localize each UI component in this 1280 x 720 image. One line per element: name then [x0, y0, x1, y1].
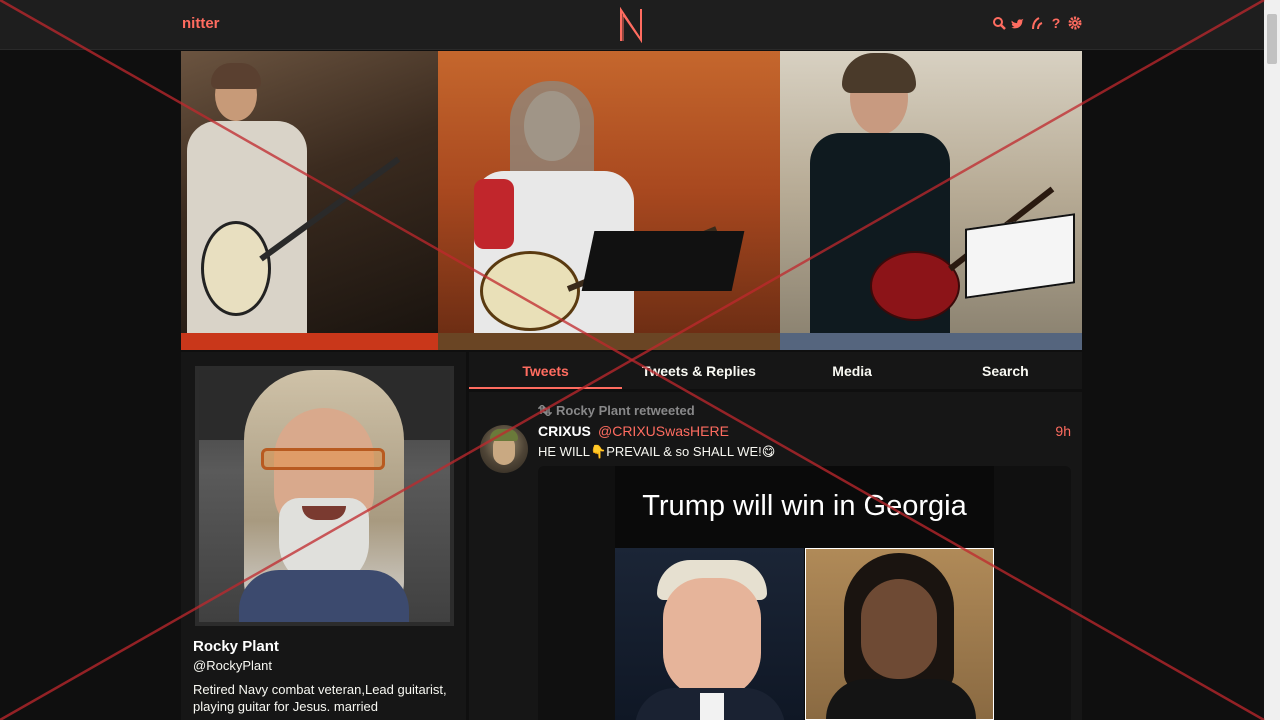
retweet-header-text: Rocky Plant retweeted: [556, 403, 695, 418]
nitter-logo-icon[interactable]: [617, 7, 645, 43]
bird-icon[interactable]: [1011, 15, 1025, 31]
tweet-fullname[interactable]: CRIXUS: [538, 423, 591, 439]
search-icon[interactable]: [992, 15, 1006, 31]
banner-strip-left: [181, 333, 438, 350]
media-caption: Trump will win in Georgia: [642, 490, 967, 522]
media-photo-right: [805, 548, 994, 720]
profile-card: Rocky Plant @RockyPlant Retired Navy com…: [181, 352, 466, 720]
banner-strip-middle: [438, 333, 780, 350]
tweet-date[interactable]: 9h: [1055, 423, 1071, 439]
media-photo-left: [615, 548, 804, 720]
tweet-media-image[interactable]: Trump will win in Georgia: [615, 466, 994, 720]
profile-avatar-frame[interactable]: [195, 366, 454, 626]
banner-photo-right: [780, 51, 1082, 333]
profile-username[interactable]: @RockyPlant: [193, 658, 272, 673]
scrollbar-thumb[interactable]: [1267, 14, 1277, 64]
timeline-tabs: Tweets Tweets & Replies Media Search: [469, 352, 1082, 389]
tab-tweets-replies[interactable]: Tweets & Replies: [622, 352, 775, 389]
retweet-header: Rocky Plant retweeted: [538, 403, 695, 418]
profile-fullname[interactable]: Rocky Plant: [193, 638, 279, 655]
top-navbar: nitter ?: [0, 0, 1264, 50]
tweet-content: HE WILL👇PREVAIL & so SHALL WE!😋: [538, 444, 776, 459]
nav-icon-group: ?: [992, 15, 1082, 31]
tweet-avatar[interactable]: [480, 425, 528, 473]
timeline: Rocky Plant retweeted CRIXUS @CRIXUSwasH…: [469, 392, 1082, 720]
profile-bio: Retired Navy combat veteran,Lead guitari…: [193, 682, 447, 714]
tweet-attachment[interactable]: Trump will win in Georgia: [538, 466, 1071, 720]
profile-avatar: [199, 370, 450, 622]
retweet-icon: [538, 405, 552, 416]
help-icon[interactable]: ?: [1049, 15, 1063, 31]
banner-strip-right: [780, 333, 1082, 350]
banner-photo-middle: [438, 51, 780, 333]
page-scrollbar[interactable]: [1264, 0, 1280, 720]
brand-link[interactable]: nitter: [182, 15, 220, 32]
banner-photo-left: [181, 51, 438, 333]
tab-media[interactable]: Media: [776, 352, 929, 389]
tab-search[interactable]: Search: [929, 352, 1082, 389]
gear-icon[interactable]: [1068, 15, 1082, 31]
profile-banner[interactable]: [181, 51, 1082, 350]
tweet-username[interactable]: @CRIXUSwasHERE: [598, 423, 729, 439]
help-glyph: ?: [1051, 15, 1061, 31]
rss-icon[interactable]: [1030, 15, 1044, 31]
tab-tweets[interactable]: Tweets: [469, 352, 623, 389]
